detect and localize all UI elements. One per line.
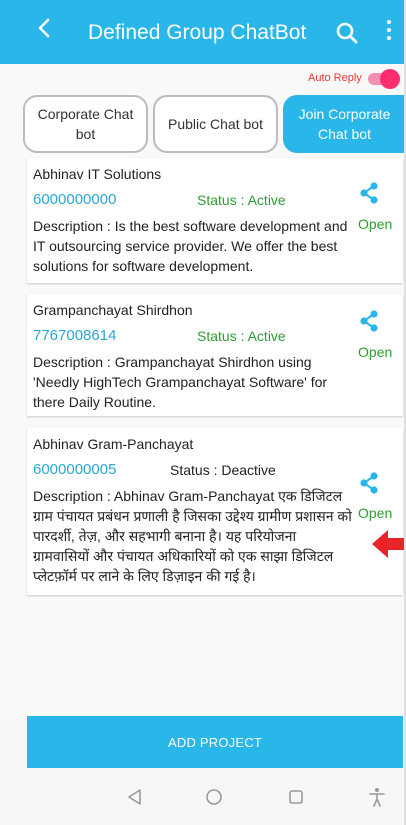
home-circle-icon[interactable] [203,786,225,808]
share-icon[interactable] [358,472,380,494]
add-project-button[interactable]: ADD PROJECT [27,716,403,768]
tab-corporate-chat-bot[interactable]: Corporate Chat bot [23,95,148,153]
annotation-arrow-icon [370,528,404,560]
chatbot-card[interactable]: Grampanchayat Shirdhon 7767008614 Status… [27,294,403,416]
accessibility-icon[interactable] [366,786,388,808]
auto-reply-toggle[interactable] [366,68,400,90]
status-text: Status : Deactive [170,462,276,478]
tab-join-corporate-chat-bot[interactable]: Join Corporate Chat bot [283,95,404,153]
card-description: Description : Is the best software devel… [33,218,348,274]
card-phone[interactable]: 6000000000 [33,190,116,210]
status-text: Status : Active [197,328,286,344]
chatbot-card[interactable]: Abhinav IT Solutions 6000000000 Status :… [27,158,403,283]
chatbot-card[interactable]: Abhinav Gram-Panchayat 6000000005 Status… [27,428,403,595]
open-link[interactable]: Open [358,214,392,234]
app-screen: Defined Group ChatBot Auto Reply Corpora… [0,0,406,825]
card-name: Abhinav Gram-Panchayat [33,436,194,452]
open-link[interactable]: Open [358,503,392,523]
card-description: Description : Grampanchayat Shirdhon usi… [33,354,328,410]
back-triangle-icon[interactable] [124,786,146,808]
system-nav-bar [0,768,404,825]
recents-square-icon[interactable] [285,786,307,808]
card-phone[interactable]: 7767008614 [33,326,116,346]
card-name: Abhinav IT Solutions [33,166,162,182]
tab-public-chat-bot[interactable]: Public Chat bot [153,95,278,153]
card-phone[interactable]: 6000000005 [33,460,116,480]
auto-reply-label: Auto Reply [308,72,362,84]
share-icon[interactable] [358,182,380,204]
page-title: Defined Group ChatBot [88,21,307,44]
app-bar: Defined Group ChatBot [0,0,404,64]
status-text: Status : Active [197,192,286,208]
search-icon[interactable] [334,20,360,46]
open-link[interactable]: Open [358,342,392,362]
card-name: Grampanchayat Shirdhon [33,302,193,318]
toggle-thumb [380,69,400,89]
more-vertical-icon[interactable] [385,20,393,46]
card-description: Description : Abhinav Gram-Panchayat एक … [33,488,352,584]
chevron-left-icon[interactable] [32,17,56,47]
share-icon[interactable] [358,310,380,332]
